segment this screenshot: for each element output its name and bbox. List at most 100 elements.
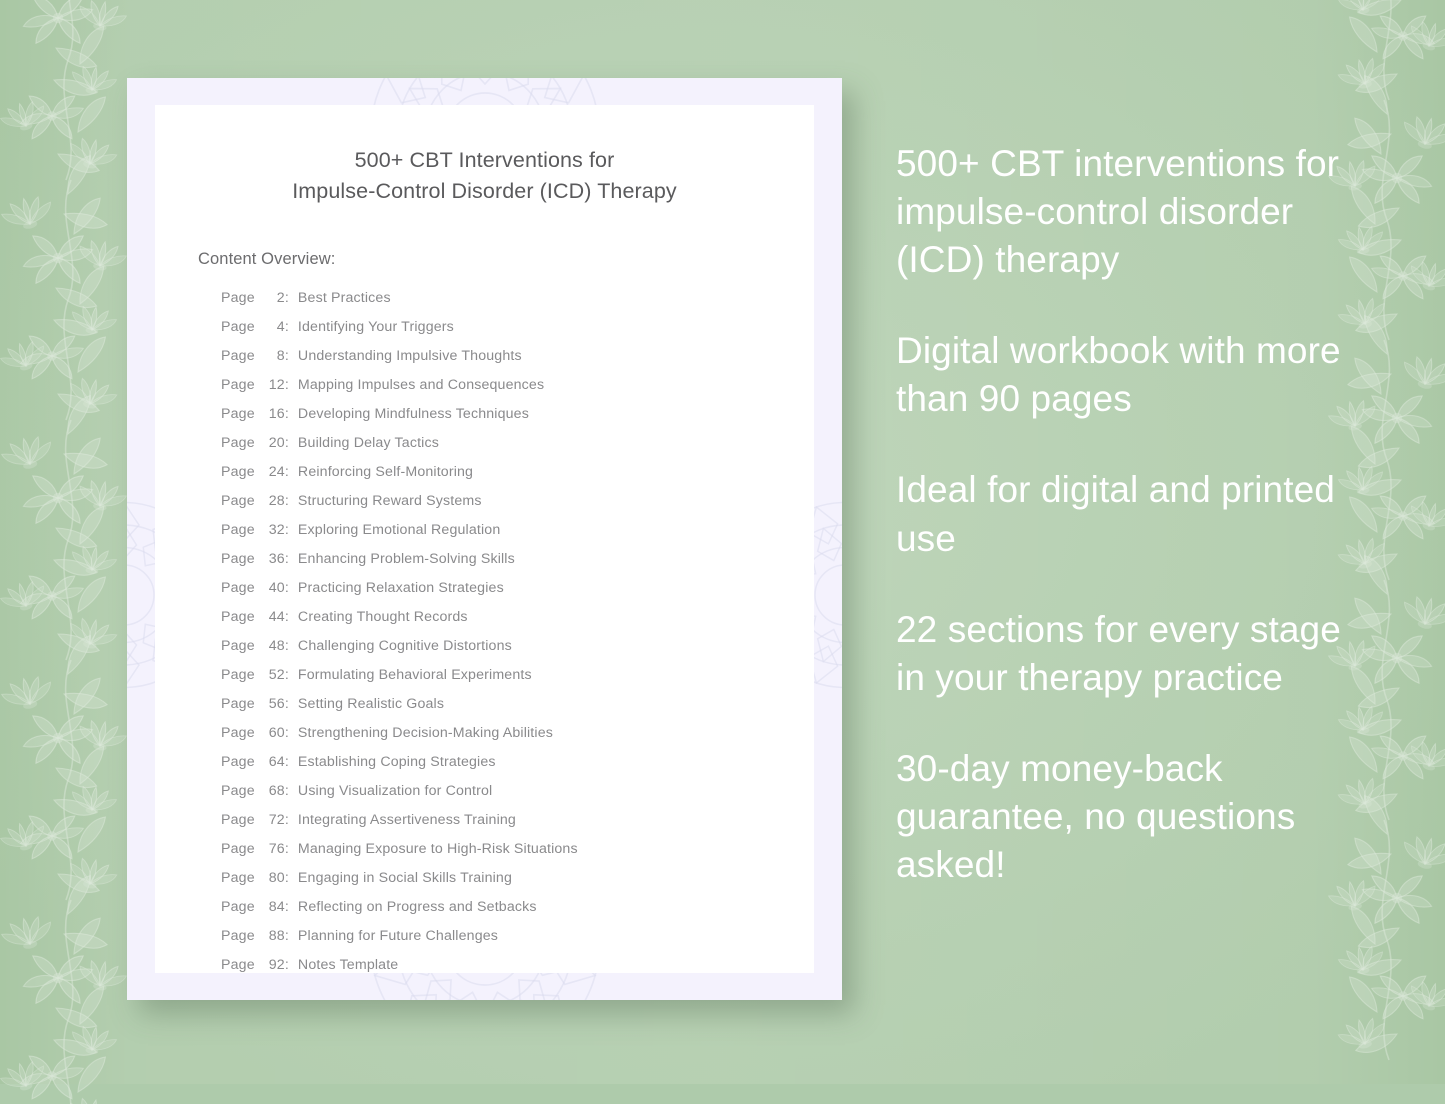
toc-colon: : bbox=[284, 957, 289, 974]
toc-colon: : bbox=[284, 783, 289, 800]
toc-page-number: 16 bbox=[268, 406, 285, 423]
content-overview-label: Content Overview: bbox=[198, 250, 336, 269]
toc-colon: : bbox=[284, 551, 289, 568]
table-of-contents-row: Page 72: Integrating Assertiveness Traini… bbox=[221, 812, 814, 841]
toc-page-word: Page bbox=[221, 696, 259, 713]
toc-colon: : bbox=[284, 319, 289, 336]
toc-section-title: Understanding Impulsive Thoughts bbox=[297, 348, 522, 365]
toc-page-word: Page bbox=[221, 870, 259, 887]
toc-colon: : bbox=[284, 812, 289, 829]
toc-section-title: Notes Template bbox=[297, 957, 399, 974]
table-of-contents-row: Page 52: Formulating Behavioral Experimen… bbox=[221, 667, 814, 696]
toc-section-title: Managing Exposure to High-Risk Situation… bbox=[297, 841, 578, 858]
promo-feature-item: Digital workbook with more than 90 pages bbox=[896, 330, 1341, 420]
table-of-contents-row: Page 36: Enhancing Problem-Solving Skills bbox=[221, 551, 814, 580]
toc-colon: : bbox=[284, 493, 289, 510]
toc-section-title: Challenging Cognitive Distortions bbox=[297, 638, 512, 655]
toc-section-title: Setting Realistic Goals bbox=[297, 696, 445, 713]
toc-page-number: 32 bbox=[268, 522, 285, 539]
table-of-contents-row: Page 4: Identifying Your Triggers bbox=[221, 319, 814, 348]
toc-page-number: 36 bbox=[268, 551, 285, 568]
toc-page-word: Page bbox=[221, 522, 259, 539]
toc-colon: : bbox=[284, 435, 289, 452]
table-of-contents-row: Page 24: Reinforcing Self-Monitoring bbox=[221, 464, 814, 493]
toc-section-title: Engaging in Social Skills Training bbox=[297, 870, 513, 887]
toc-section-title: Establishing Coping Strategies bbox=[297, 754, 496, 771]
toc-colon: : bbox=[284, 464, 289, 481]
toc-colon: : bbox=[284, 580, 289, 597]
toc-colon: : bbox=[284, 667, 289, 684]
table-of-contents-row: Page 12: Mapping Impulses and Consequence… bbox=[221, 377, 814, 406]
toc-colon: : bbox=[284, 638, 289, 655]
table-of-contents-row: Page 16: Developing Mindfulness Technique… bbox=[221, 406, 814, 435]
toc-section-title: Formulating Behavioral Experiments bbox=[297, 667, 532, 684]
toc-page-number: 88 bbox=[268, 928, 285, 945]
toc-page-number: 84 bbox=[268, 899, 285, 916]
toc-page-number: 40 bbox=[268, 580, 285, 597]
document-page: 500+ CBT Interventions for Impulse-Contr… bbox=[155, 105, 814, 973]
toc-section-title: Planning for Future Challenges bbox=[297, 928, 499, 945]
table-of-contents-row: Page 56: Setting Realistic Goals bbox=[221, 696, 814, 725]
toc-page-word: Page bbox=[221, 319, 259, 336]
toc-colon: : bbox=[284, 928, 289, 945]
toc-page-word: Page bbox=[221, 725, 259, 742]
toc-page-number: 8 bbox=[276, 348, 285, 365]
toc-page-word: Page bbox=[221, 812, 259, 829]
toc-page-word: Page bbox=[221, 406, 259, 423]
toc-page-word: Page bbox=[221, 957, 259, 974]
table-of-contents: Page 2: Best Practices Page 4: Identifying … bbox=[221, 290, 814, 986]
toc-colon: : bbox=[284, 348, 289, 365]
toc-page-word: Page bbox=[221, 580, 259, 597]
toc-section-title: Mapping Impulses and Consequences bbox=[297, 377, 545, 394]
toc-page-word: Page bbox=[221, 928, 259, 945]
table-of-contents-row: Page 76: Managing Exposure to High-Risk S… bbox=[221, 841, 814, 870]
promo-feature-item: 22 sections for every stage in your ther… bbox=[896, 608, 1341, 698]
table-of-contents-row: Page 28: Structuring Reward Systems bbox=[221, 493, 814, 522]
table-of-contents-row: Page 68: Using Visualization for Control bbox=[221, 783, 814, 812]
toc-page-number: 72 bbox=[268, 812, 285, 829]
table-of-contents-row: Page 60: Strengthening Decision-Making Ab… bbox=[221, 725, 814, 754]
toc-colon: : bbox=[284, 841, 289, 858]
toc-section-title: Enhancing Problem-Solving Skills bbox=[297, 551, 515, 568]
toc-page-number: 44 bbox=[268, 609, 285, 626]
toc-page-number: 24 bbox=[268, 464, 285, 481]
page-title-line-1: 500+ CBT Interventions for bbox=[354, 148, 615, 172]
toc-colon: : bbox=[284, 406, 289, 423]
page-title-line-2: Impulse-Control Disorder (ICD) Therapy bbox=[292, 178, 677, 203]
toc-section-title: Best Practices bbox=[297, 290, 391, 307]
table-of-contents-row: Page 44: Creating Thought Records bbox=[221, 609, 814, 638]
toc-section-title: Strengthening Decision-Making Abilities bbox=[297, 725, 553, 742]
toc-page-word: Page bbox=[221, 551, 259, 568]
toc-page-word: Page bbox=[221, 377, 259, 394]
table-of-contents-row: Page 64: Establishing Coping Strategies bbox=[221, 754, 814, 783]
toc-page-number: 60 bbox=[268, 725, 285, 742]
table-of-contents-row: Page 32: Exploring Emotional Regulation bbox=[221, 522, 814, 551]
table-of-contents-row: Page 80: Engaging in Social Skills Traini… bbox=[221, 870, 814, 899]
toc-colon: : bbox=[284, 754, 289, 771]
toc-page-number: 92 bbox=[268, 957, 285, 974]
promo-feature-item: 500+ CBT interventions for impulse-contr… bbox=[896, 143, 1340, 281]
toc-page-word: Page bbox=[221, 667, 259, 684]
toc-page-number: 48 bbox=[268, 638, 285, 655]
toc-page-word: Page bbox=[221, 493, 259, 510]
toc-page-word: Page bbox=[221, 348, 259, 365]
table-of-contents-row: Page 84: Reflecting on Progress and Setba… bbox=[221, 899, 814, 928]
toc-page-word: Page bbox=[221, 841, 259, 858]
toc-section-title: Integrating Assertiveness Training bbox=[297, 812, 516, 829]
toc-colon: : bbox=[284, 696, 289, 713]
toc-page-word: Page bbox=[221, 754, 259, 771]
page-title: 500+ CBT Interventions for Impulse-Contr… bbox=[155, 145, 814, 206]
toc-section-title: Using Visualization for Control bbox=[297, 783, 493, 800]
table-of-contents-row: Page 8: Understanding Impulsive Thoughts bbox=[221, 348, 814, 377]
toc-page-word: Page bbox=[221, 783, 259, 800]
table-of-contents-row: Page 20: Building Delay Tactics bbox=[221, 435, 814, 464]
table-of-contents-row: Page 92: Notes Template bbox=[221, 957, 814, 986]
table-of-contents-row: Page 48: Challenging Cognitive Distortion… bbox=[221, 638, 814, 667]
toc-section-title: Developing Mindfulness Techniques bbox=[297, 406, 529, 423]
toc-section-title: Reinforcing Self-Monitoring bbox=[297, 464, 474, 481]
promo-feature-item: 30-day money-back guarantee, no question… bbox=[896, 747, 1296, 886]
floral-vine-pattern-left bbox=[0, 0, 146, 1104]
promo-feature-item: Ideal for digital and printed use bbox=[896, 469, 1335, 559]
toc-page-number: 68 bbox=[268, 783, 285, 800]
toc-page-word: Page bbox=[221, 290, 259, 307]
